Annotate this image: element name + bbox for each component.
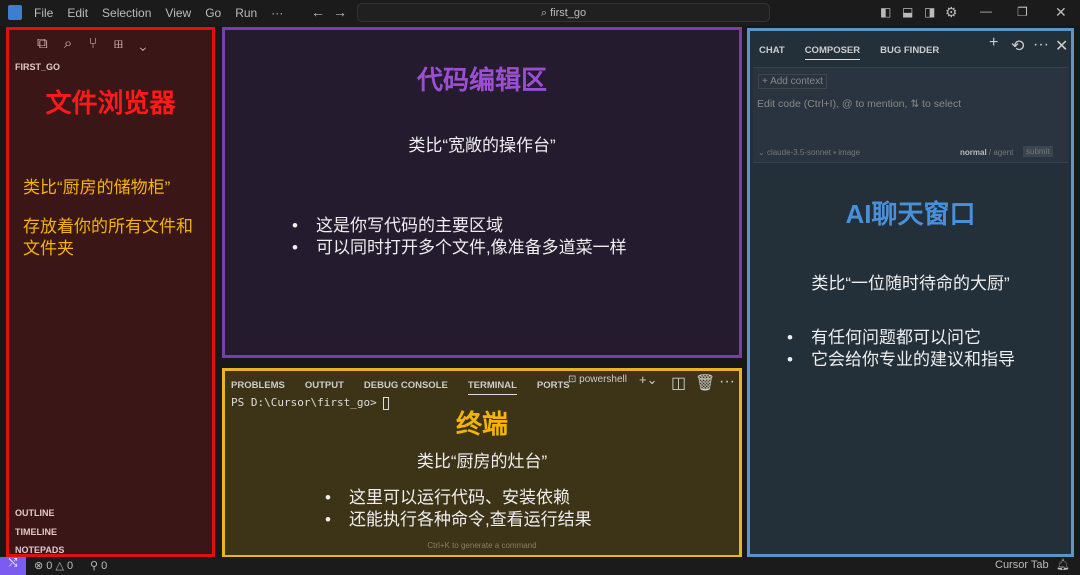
menu-file[interactable]: File: [34, 6, 53, 20]
menu-more[interactable]: ···: [271, 6, 283, 20]
search-label: first_go: [550, 7, 587, 19]
source-control-icon[interactable]: ⑂: [88, 35, 97, 52]
app-logo-icon: [8, 5, 22, 20]
composer-placeholder: Edit code (Ctrl+I), @ to mention, ⇅ to s…: [757, 98, 962, 110]
activity-bar: ⧉ ⌕ ⑂ ⊞ ⌄: [37, 35, 146, 52]
files-icon[interactable]: ⧉: [37, 35, 48, 52]
menu-run[interactable]: Run: [235, 6, 257, 20]
chat-analogy: 类比“一位随时待命的大厨”: [811, 274, 1010, 293]
explorer-desc: 存放着你的所有文件和文件夹: [23, 217, 193, 258]
menu-bar: File Edit Selection View Go Run ···: [34, 6, 297, 20]
mode-toggle[interactable]: normal / agent: [960, 148, 1013, 157]
gear-icon[interactable]: ⚙: [945, 4, 958, 21]
panel-tabs: PROBLEMS OUTPUT DEBUG CONSOLE TERMINAL PORTS: [231, 375, 590, 395]
history-icon[interactable]: ⟲: [1011, 36, 1024, 56]
cursor-tab-status[interactable]: Cursor Tab: [995, 559, 1049, 571]
remote-icon[interactable]: ⤭: [0, 557, 26, 575]
more-icon[interactable]: ···: [1033, 36, 1049, 54]
editor-bullet: 这是你写代码的主要区域: [292, 215, 627, 237]
terminal-icon: ⊡: [568, 374, 580, 385]
status-bar: ⤭ ⊗ 0 △ 0 ⚲ 0 Cursor Tab 🔔︎: [0, 557, 1080, 575]
close-icon[interactable]: ✕: [1055, 4, 1067, 21]
tab-bug-finder[interactable]: BUG FINDER: [880, 45, 939, 56]
problems-status[interactable]: ⊗ 0 △ 0: [34, 559, 73, 572]
search-icon: ⌕: [540, 7, 551, 19]
tab-debug-console[interactable]: DEBUG CONSOLE: [364, 380, 448, 391]
terminal-title: 终端: [455, 409, 508, 439]
tab-terminal[interactable]: TERMINAL: [467, 380, 517, 395]
search-icon[interactable]: ⌕: [64, 35, 72, 52]
shell-name: powershell: [579, 374, 627, 385]
editor-panel[interactable]: 代码编辑区 类比“宽敞的操作台” 这是你写代码的主要区域 可以同时打开多个文件,…: [222, 27, 742, 358]
close-icon[interactable]: ✕: [1055, 36, 1068, 56]
image-button: image: [838, 148, 861, 157]
editor-analogy: 类比“宽敞的操作台”: [408, 136, 556, 155]
section-outline[interactable]: OUTLINE: [15, 504, 64, 523]
bell-icon[interactable]: 🔔︎: [1056, 558, 1070, 571]
tab-problems[interactable]: PROBLEMS: [231, 380, 285, 391]
terminal-hint: Ctrl+K to generate a command: [427, 541, 537, 550]
menu-selection[interactable]: Selection: [102, 6, 151, 20]
menu-view[interactable]: View: [165, 6, 191, 20]
editor-bullet: 可以同时打开多个文件,像准备多道菜一样: [292, 237, 627, 259]
forward-arrow-icon[interactable]: →: [333, 4, 347, 20]
folder-root[interactable]: FIRST_GO: [15, 62, 60, 72]
tab-composer[interactable]: COMPOSER: [804, 45, 861, 60]
tab-output[interactable]: OUTPUT: [305, 380, 344, 391]
editor-title: 代码编辑区: [416, 65, 547, 95]
explorer-analogy: 类比“厨房的储物柜”: [23, 178, 171, 197]
new-terminal-icon[interactable]: +⌄: [639, 372, 657, 388]
tab-ports[interactable]: PORTS: [537, 380, 570, 391]
toggle-panel-icon[interactable]: ⬓: [902, 5, 913, 19]
terminal-panel: PROBLEMS OUTPUT DEBUG CONSOLE TERMINAL PORTS…: [222, 368, 742, 558]
submit-button[interactable]: submit: [1023, 146, 1053, 157]
split-terminal-icon[interactable]: ◫: [671, 373, 686, 393]
terminal-bullet: 还能执行各种命令,查看运行结果: [325, 509, 592, 531]
composer-input[interactable]: + Add context Edit code (Ctrl+I), @ to m…: [753, 67, 1068, 163]
chat-bullet: 有任何问题都可以问它: [787, 327, 1015, 349]
trash-icon[interactable]: 🗑: [695, 373, 715, 393]
explorer-panel: ⧉ ⌕ ⑂ ⊞ ⌄ FIRST_GO 文件浏览器 类比“厨房的储物柜” 存放着你…: [6, 27, 215, 557]
chevron-down-icon[interactable]: ⌄: [139, 35, 146, 52]
toggle-secondary-sidebar-icon[interactable]: ◨: [924, 5, 935, 19]
more-icon[interactable]: ···: [719, 373, 735, 391]
menu-go[interactable]: Go: [205, 6, 221, 20]
explorer-title: 文件浏览器: [45, 88, 176, 118]
tab-chat[interactable]: CHAT: [759, 45, 785, 56]
toggle-sidebar-icon[interactable]: ◧: [880, 5, 891, 19]
restore-icon[interactable]: ❐: [1017, 5, 1028, 19]
section-timeline[interactable]: TIMELINE: [15, 523, 64, 542]
extensions-icon[interactable]: ⊞: [114, 35, 124, 52]
model-selector[interactable]: ⌄ claude-3.5-sonnet ▪ image: [758, 148, 860, 157]
chat-bullet: 它会给你专业的建议和指导: [787, 349, 1015, 371]
ai-chat-panel: CHAT COMPOSER BUG FINDER + ⟲ ··· ✕ + Add c…: [747, 28, 1074, 557]
terminal-shell-selector[interactable]: ⊡ powershell: [568, 374, 627, 385]
title-bar: File Edit Selection View Go Run ··· ← → ⌕ firs…: [0, 0, 1080, 26]
menu-edit[interactable]: Edit: [67, 6, 88, 20]
search-box[interactable]: ⌕ first_go: [357, 3, 770, 22]
terminal-bullet: 这里可以运行代码、安装依赖: [325, 487, 592, 509]
back-arrow-icon[interactable]: ←: [311, 4, 325, 20]
new-chat-icon[interactable]: +: [989, 34, 998, 52]
chat-title: AI聊天窗口: [845, 199, 976, 229]
ports-status[interactable]: ⚲ 0: [90, 559, 107, 572]
minimize-icon[interactable]: —: [980, 4, 992, 18]
add-context-button[interactable]: + Add context: [758, 74, 827, 89]
terminal-analogy: 类比“厨房的灶台”: [416, 452, 548, 471]
